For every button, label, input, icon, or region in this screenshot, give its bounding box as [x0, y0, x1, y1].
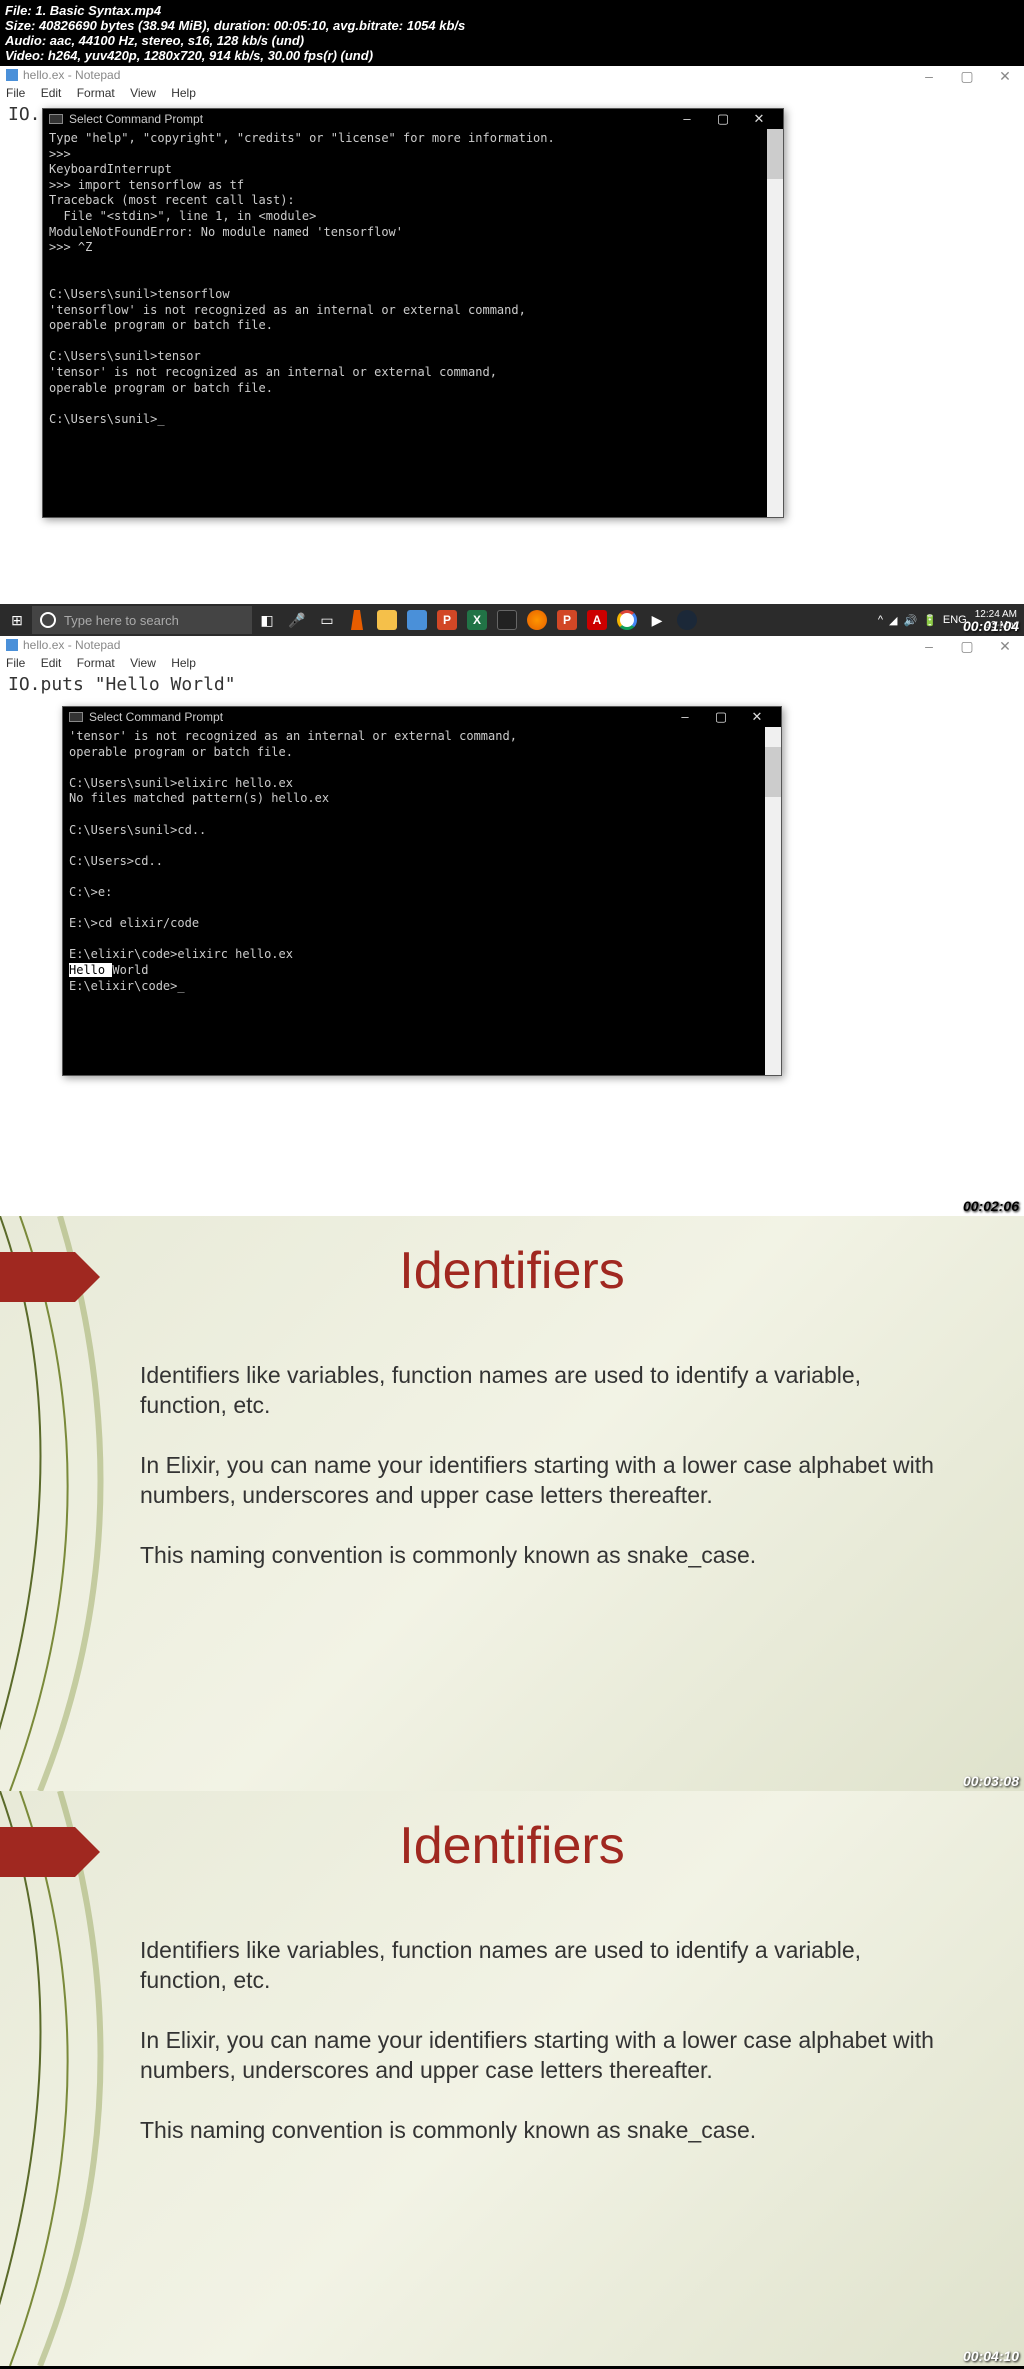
slide-body: Identifiers like variables, function nam… — [0, 1876, 1024, 2145]
menu-view[interactable]: View — [130, 86, 156, 100]
vlc-icon[interactable] — [344, 607, 370, 633]
steam-icon[interactable] — [674, 607, 700, 633]
cmd-minimize-button[interactable]: – — [667, 709, 703, 725]
video-metadata: File: 1. Basic Syntax.mp4 Size: 40826690… — [0, 0, 1024, 66]
mic-icon[interactable]: 🎤 — [284, 607, 310, 633]
notepad-title-text: hello.ex - Notepad — [23, 68, 120, 82]
notepad-window-controls: – ▢ ✕ — [910, 66, 1024, 88]
slide-p3: This naming convention is commonly known… — [140, 1541, 954, 1571]
cmd-title-text: Select Command Prompt — [89, 710, 223, 724]
close-button[interactable]: ✕ — [986, 636, 1024, 658]
cmd-world: World — [112, 963, 148, 977]
scrollbar-thumb[interactable] — [767, 129, 783, 179]
tray-up-icon[interactable]: ^ — [878, 614, 883, 626]
close-button[interactable]: ✕ — [986, 66, 1024, 88]
slide-p3: This naming convention is commonly known… — [140, 2116, 954, 2146]
cmd-title-text: Select Command Prompt — [69, 112, 203, 126]
menu-file[interactable]: File — [6, 86, 25, 100]
tray-net-icon[interactable]: ◢ — [889, 614, 897, 627]
powerpoint2-icon[interactable]: P — [554, 607, 580, 633]
menu-edit[interactable]: Edit — [41, 656, 62, 670]
start-button[interactable]: ⊞ — [4, 607, 30, 633]
meta-audio: Audio: aac, 44100 Hz, stereo, s16, 128 k… — [5, 33, 1019, 48]
timestamp: 00:01:04 — [963, 618, 1019, 634]
notepad-title-text: hello.ex - Notepad — [23, 638, 120, 652]
cmd-icon — [49, 114, 63, 124]
tray-bat-icon[interactable]: 🔋 — [923, 614, 937, 627]
pdf-icon[interactable]: A — [584, 607, 610, 633]
cmd-output-1: 'tensor' is not recognized as an interna… — [69, 729, 517, 961]
meta-video: Video: h264, yuv420p, 1280x720, 914 kb/s… — [5, 48, 1019, 63]
cmd-body[interactable]: Type "help", "copyright", "credits" or "… — [43, 129, 783, 429]
slide-title: Identifiers — [0, 1216, 1024, 1301]
tray-vol-icon[interactable]: 🔊 — [903, 614, 917, 627]
code-text: IO.puts "Hello World" — [8, 674, 236, 695]
cortana-icon — [40, 612, 56, 628]
powerpoint-icon[interactable]: P — [434, 607, 460, 633]
firefox-icon[interactable] — [524, 607, 550, 633]
cmd-maximize-button[interactable]: ▢ — [703, 709, 739, 725]
scrollbar-thumb[interactable] — [765, 747, 781, 797]
slide-body: Identifiers like variables, function nam… — [0, 1301, 1024, 1570]
excel-icon[interactable]: X — [464, 607, 490, 633]
frame-3-slide: Identifiers Identifiers like variables, … — [0, 1216, 1024, 1791]
slide-p1: Identifiers like variables, function nam… — [140, 1361, 954, 1421]
menu-edit[interactable]: Edit — [41, 86, 62, 100]
cmd-titlebar[interactable]: Select Command Prompt – ▢ ✕ — [63, 707, 781, 727]
notepad-icon — [6, 69, 18, 81]
menu-help[interactable]: Help — [171, 656, 196, 670]
meta-size: Size: 40826690 bytes (38.94 MiB), durati… — [5, 18, 1019, 33]
notepad-menubar: File Edit Format View Help — [0, 84, 1024, 102]
cmd-titlebar[interactable]: Select Command Prompt – ▢ ✕ — [43, 109, 783, 129]
camera-icon[interactable] — [404, 607, 430, 633]
notepad-titlebar: hello.ex - Notepad — [0, 66, 1024, 84]
cmd-minimize-button[interactable]: – — [669, 111, 705, 127]
taskbar: ⊞ Type here to search ◧ 🎤 ▭ P X P A ▶ ^ … — [0, 604, 1024, 636]
cmd-icon — [69, 712, 83, 722]
menu-file[interactable]: File — [6, 656, 25, 670]
search-placeholder: Type here to search — [64, 613, 179, 628]
timestamp: 00:02:06 — [963, 1198, 1019, 1214]
explorer-icon[interactable] — [374, 607, 400, 633]
app-icon[interactable]: ▭ — [314, 607, 340, 633]
slide-title: Identifiers — [0, 1791, 1024, 1876]
cmd-window: Select Command Prompt – ▢ ✕ Type "help",… — [42, 108, 784, 518]
slide-p1: Identifiers like variables, function nam… — [140, 1936, 954, 1996]
cmd-window: Select Command Prompt – ▢ ✕ 'tensor' is … — [62, 706, 782, 1076]
terminal-icon[interactable] — [494, 607, 520, 633]
notepad-menubar: File Edit Format View Help — [0, 654, 1024, 672]
menu-help[interactable]: Help — [171, 86, 196, 100]
frame-4-slide: Identifiers Identifiers like variables, … — [0, 1791, 1024, 2366]
cmd-maximize-button[interactable]: ▢ — [705, 111, 741, 127]
notepad-icon — [6, 639, 18, 651]
frame-2: hello.ex - Notepad – ▢ ✕ File Edit Forma… — [0, 636, 1024, 1216]
cmd-output-2: E:\elixir\code>_ — [69, 979, 185, 993]
arrow-icon[interactable]: ▶ — [644, 607, 670, 633]
cmd-close-button[interactable]: ✕ — [739, 709, 775, 725]
menu-view[interactable]: View — [130, 656, 156, 670]
cmd-scrollbar[interactable] — [765, 727, 781, 1075]
notepad-body[interactable]: IO.puts "Hello World" — [0, 672, 1024, 697]
chrome-icon[interactable] — [614, 607, 640, 633]
slide-p2: In Elixir, you can name your identifiers… — [140, 1451, 954, 1511]
frame-1: hello.ex - Notepad – ▢ ✕ File Edit Forma… — [0, 66, 1024, 636]
minimize-button[interactable]: – — [910, 66, 948, 88]
menu-format[interactable]: Format — [77, 656, 115, 670]
timestamp: 00:04:10 — [963, 2348, 1019, 2364]
cmd-body[interactable]: 'tensor' is not recognized as an interna… — [63, 727, 781, 996]
notepad-window-controls: – ▢ ✕ — [910, 636, 1024, 658]
slide-p2: In Elixir, you can name your identifiers… — [140, 2026, 954, 2086]
maximize-button[interactable]: ▢ — [948, 636, 986, 658]
cmd-hello-highlight: Hello — [69, 963, 112, 977]
notepad-titlebar: hello.ex - Notepad — [0, 636, 1024, 654]
cmd-close-button[interactable]: ✕ — [741, 111, 777, 127]
meta-file: File: 1. Basic Syntax.mp4 — [5, 3, 1019, 18]
timestamp: 00:03:08 — [963, 1773, 1019, 1789]
maximize-button[interactable]: ▢ — [948, 66, 986, 88]
minimize-button[interactable]: – — [910, 636, 948, 658]
taskview-icon[interactable]: ◧ — [254, 607, 280, 633]
cmd-scrollbar[interactable] — [767, 129, 783, 517]
taskbar-search[interactable]: Type here to search — [32, 606, 252, 634]
menu-format[interactable]: Format — [77, 86, 115, 100]
